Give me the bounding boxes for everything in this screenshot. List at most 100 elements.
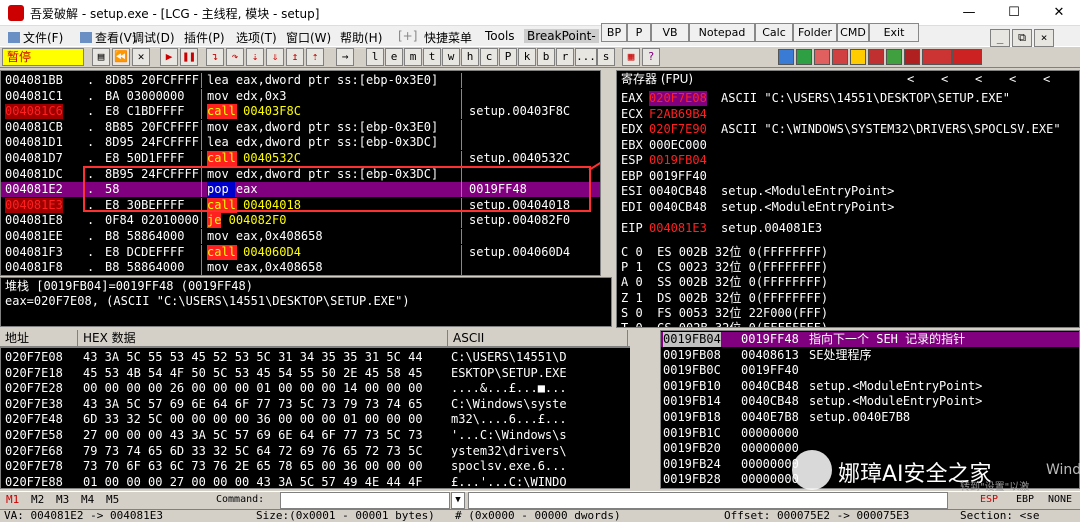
register-value[interactable]: 020F7E90: [649, 122, 707, 137]
stack-value[interactable]: 0040CB48: [741, 379, 799, 394]
disasm-address[interactable]: 004081CB: [5, 120, 63, 135]
plugin-icon-10[interactable]: [952, 49, 982, 65]
dump-address[interactable]: 020F7E08: [5, 350, 63, 365]
dump-address[interactable]: 020F7E78: [5, 459, 63, 474]
disasm-instruction[interactable]: call 00403F8C: [207, 104, 301, 119]
disasm-address[interactable]: 004081F3: [5, 245, 63, 260]
toolbar-l[interactable]: l: [366, 48, 384, 66]
toolbar-r[interactable]: r: [556, 48, 574, 66]
maximize-button[interactable]: ☐: [1003, 3, 1025, 23]
plugin-icon-9[interactable]: [922, 49, 952, 65]
stack-address[interactable]: 0019FB14: [663, 394, 721, 409]
menu-breakpoint[interactable]: BreakPoint-: [524, 29, 599, 43]
dump-hex[interactable]: 00 00 00 00 26 00 00 00 01 00 00 00 14 0…: [83, 381, 423, 396]
close-file-icon[interactable]: ✕: [132, 48, 150, 66]
pause-icon[interactable]: ❚❚: [180, 48, 198, 66]
disasm-address[interactable]: 004081D1: [5, 135, 63, 150]
dump-header-ascii[interactable]: ASCII: [448, 330, 628, 347]
command-dropdown-icon[interactable]: ▼: [451, 492, 465, 509]
stack-value[interactable]: 00408613: [741, 348, 799, 363]
dump-scrollbar[interactable]: [630, 330, 640, 489]
stack-value[interactable]: 00000000: [741, 457, 799, 472]
toolbar-p[interactable]: P: [499, 48, 517, 66]
rewind-icon[interactable]: ⏪: [112, 48, 130, 66]
bp-button[interactable]: BP: [601, 23, 627, 42]
disasm-instruction[interactable]: mov eax,0x408658: [207, 260, 323, 275]
register-value[interactable]: 020F7E08: [649, 91, 707, 106]
flag-row[interactable]: Z 1 DS 002B 32位 0(FFFFFFFF): [621, 291, 828, 306]
flag-row[interactable]: C 0 ES 002B 32位 0(FFFFFFFF): [621, 245, 828, 260]
plugin-icon-7[interactable]: [886, 49, 902, 65]
dump-address[interactable]: 020F7E88: [5, 475, 63, 488]
menu-file[interactable]: 文件(F): [8, 29, 63, 46]
disasm-address[interactable]: 004081E2: [5, 182, 63, 197]
m1-tab[interactable]: M1: [6, 493, 19, 506]
dump-address[interactable]: 020F7E38: [5, 397, 63, 412]
disasm-address[interactable]: 004081E8: [5, 213, 63, 228]
run-icon[interactable]: ▶: [160, 48, 178, 66]
flag-row[interactable]: S 0 FS 0053 32位 22F000(FFF): [621, 306, 828, 321]
toolbar-dots[interactable]: ...: [575, 48, 597, 66]
plugin-icon-4[interactable]: [832, 49, 848, 65]
notepad-button[interactable]: Notepad: [689, 23, 755, 42]
dump-address[interactable]: 020F7E68: [5, 444, 63, 459]
dump-address[interactable]: 020F7E48: [5, 412, 63, 427]
dump-address[interactable]: 020F7E18: [5, 366, 63, 381]
minimize-button[interactable]: —: [958, 3, 980, 23]
mdi-minimize-button[interactable]: _: [990, 29, 1010, 47]
toolbar-s[interactable]: s: [597, 48, 615, 66]
menu-shortcuts[interactable]: 快捷菜单: [424, 29, 472, 46]
disasm-address[interactable]: 004081BB: [5, 73, 63, 88]
plugin-icon-2[interactable]: [796, 49, 812, 65]
toolbar-t[interactable]: t: [423, 48, 441, 66]
stack-address[interactable]: 0019FB20: [663, 441, 721, 456]
disasm-scrollbar[interactable]: [600, 70, 612, 276]
dump-hex[interactable]: 43 3A 5C 57 69 6E 64 6F 77 73 5C 73 79 7…: [83, 397, 423, 412]
menu-view[interactable]: 查看(V): [80, 29, 137, 46]
disasm-address[interactable]: 004081EE: [5, 229, 63, 244]
stack-address[interactable]: 0019FB1C: [663, 426, 721, 441]
register-value[interactable]: 0019FF40: [649, 169, 707, 184]
disasm-address[interactable]: 004081C6: [5, 104, 63, 120]
toolbar-h[interactable]: h: [461, 48, 479, 66]
disasm-address[interactable]: 004081C1: [5, 89, 63, 104]
menu-debug[interactable]: 调试(D): [132, 29, 175, 46]
stack-tab-esp[interactable]: ESP: [980, 494, 998, 505]
menu-help[interactable]: 帮助(H): [340, 29, 382, 46]
stack-value[interactable]: 00000000: [741, 472, 799, 487]
toolbar-k[interactable]: k: [518, 48, 536, 66]
toolbar-c[interactable]: c: [480, 48, 498, 66]
dump-ascii[interactable]: C:\USERS\14551\D: [451, 350, 567, 365]
plugin-icon-6[interactable]: [868, 49, 884, 65]
disasm-address[interactable]: 004081DC: [5, 167, 63, 182]
stack-value[interactable]: 0040CB48: [741, 394, 799, 409]
plugin-icon-5[interactable]: [850, 49, 866, 65]
dump-ascii[interactable]: C:\Windows\syste: [451, 397, 567, 412]
plugin-icon-3[interactable]: [814, 49, 830, 65]
register-value[interactable]: 0019FB04: [649, 153, 707, 168]
folder-button[interactable]: Folder: [793, 23, 837, 42]
stack-value[interactable]: 00000000: [741, 441, 799, 456]
disasm-instruction[interactable]: mov eax,0x408658: [207, 229, 323, 244]
stack-value[interactable]: 0019FF40: [741, 363, 799, 378]
toolbar-e[interactable]: e: [385, 48, 403, 66]
dump-ascii[interactable]: ESKTOP\SETUP.EXE: [451, 366, 567, 381]
vb-button[interactable]: VB: [651, 23, 689, 42]
register-nav-arrow[interactable]: <: [975, 72, 982, 87]
stack-address[interactable]: 0019FB04: [663, 332, 721, 347]
stack-address[interactable]: 0019FB18: [663, 410, 721, 425]
calc-button[interactable]: Calc: [755, 23, 793, 42]
command-input[interactable]: [280, 492, 450, 509]
register-value[interactable]: 0040CB48: [649, 184, 707, 199]
register-value[interactable]: 0040CB48: [649, 200, 707, 215]
step-into-icon[interactable]: ↴: [206, 48, 224, 66]
register-value[interactable]: F2AB69B4: [649, 107, 707, 122]
goto-icon[interactable]: →: [336, 48, 354, 66]
register-nav-arrow[interactable]: <: [1043, 72, 1050, 87]
m3-tab[interactable]: M3: [56, 493, 69, 506]
menu-plus[interactable]: [+]: [398, 29, 417, 43]
eip-value[interactable]: 004081E3: [649, 221, 707, 236]
stack-address[interactable]: 0019FB08: [663, 348, 721, 363]
disassembly-pane[interactable]: 004081BB. 8D85 20FCFFFF lea eax,dword ptr …: [0, 70, 612, 276]
toolbar-b[interactable]: b: [537, 48, 555, 66]
